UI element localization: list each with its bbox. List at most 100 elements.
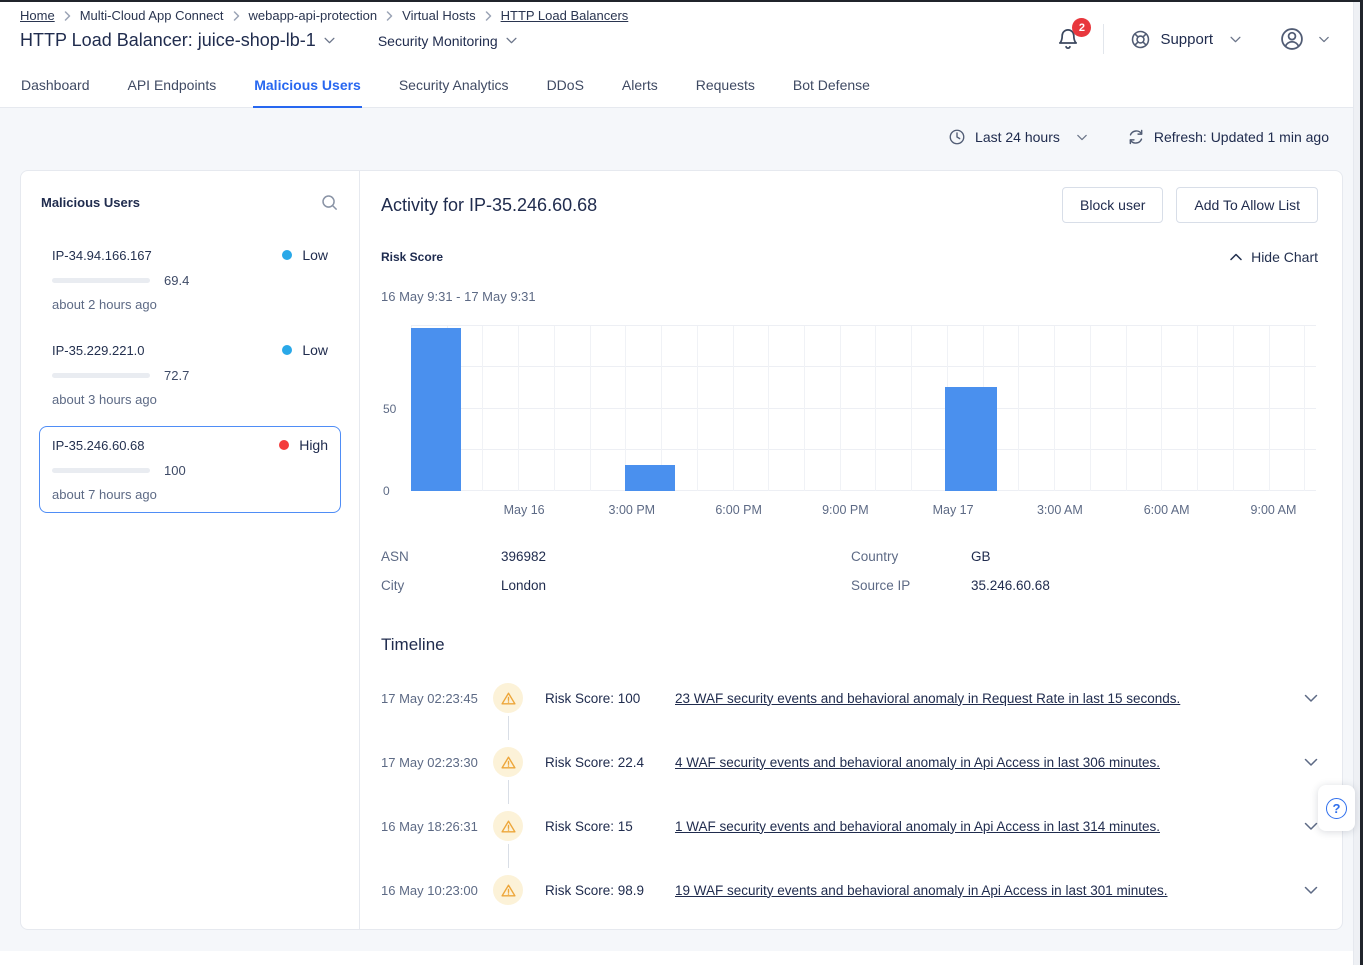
hide-chart-toggle[interactable]: Hide Chart xyxy=(1230,249,1318,265)
view-selector[interactable]: Security Monitoring xyxy=(378,33,517,49)
detail-label: ASN xyxy=(381,549,501,564)
detail-value-country: GB xyxy=(971,549,991,564)
tab-requests[interactable]: Requests xyxy=(695,64,756,108)
detail-value-asn: 396982 xyxy=(501,549,546,564)
divider xyxy=(1103,24,1104,54)
chevron-down-icon xyxy=(506,37,517,44)
chart-gridline xyxy=(554,326,555,491)
severity-dot-icon xyxy=(282,250,292,260)
chart-xtick-label: 6:00 AM xyxy=(1144,503,1190,517)
breadcrumb: Home Multi-Cloud App Connect webapp-api-… xyxy=(20,8,628,23)
chart-gridline xyxy=(733,326,734,491)
severity-dot-icon xyxy=(282,345,292,355)
severity-badge: Low xyxy=(282,247,328,263)
chevron-down-icon xyxy=(1230,36,1241,43)
timeline-event-link[interactable]: 1 WAF security events and behavioral ano… xyxy=(675,819,1160,834)
chevron-down-icon[interactable] xyxy=(324,37,335,44)
chevron-right-icon xyxy=(233,11,240,21)
activity-panel: Activity for IP-35.246.60.68 Block user … xyxy=(360,171,1342,929)
view-selector-label: Security Monitoring xyxy=(378,33,498,49)
user-ip: IP-34.94.166.167 xyxy=(52,248,152,263)
detail-label: City xyxy=(381,578,501,593)
breadcrumb-virtual-hosts[interactable]: Virtual Hosts xyxy=(402,8,475,23)
risk-score-chart-xaxis: May 163:00 PM6:00 PM9:00 PMMay 173:00 AM… xyxy=(411,499,1316,523)
tab-api-endpoints[interactable]: API Endpoints xyxy=(127,64,218,108)
risk-progress-bar xyxy=(52,373,150,378)
warning-icon xyxy=(493,811,523,841)
sidebar-header: Malicious Users xyxy=(39,193,341,212)
risk-score-value: 69.4 xyxy=(164,273,189,288)
tab-ddos[interactable]: DDoS xyxy=(546,64,585,108)
timeline-event-link[interactable]: 23 WAF security events and behavioral an… xyxy=(675,691,1180,706)
user-details: ASN396982 CityLondon CountryGB Source IP… xyxy=(381,549,1318,607)
chart-xtick-label: 3:00 PM xyxy=(609,503,656,517)
user-ip: IP-35.229.221.0 xyxy=(52,343,145,358)
chevron-down-icon xyxy=(1077,134,1087,141)
support-label: Support xyxy=(1160,31,1213,48)
timeline-event: 16 May 18:26:31 Risk Score: 15 1 WAF sec… xyxy=(381,811,1318,841)
user-list-item-selected[interactable]: IP-35.246.60.68 High 100 about 7 hours a… xyxy=(39,426,341,513)
tab-alerts[interactable]: Alerts xyxy=(621,64,659,108)
refresh-button[interactable]: Refresh: Updated 1 min ago xyxy=(1127,128,1329,146)
user-list-item[interactable]: IP-35.229.221.0 Low 72.7 about 3 hours a… xyxy=(39,331,341,418)
chart-gridline xyxy=(1018,326,1019,491)
chevron-down-icon[interactable] xyxy=(1304,886,1318,895)
user-list-item[interactable]: IP-34.94.166.167 Low 69.4 about 2 hours … xyxy=(39,236,341,323)
tab-bar: Dashboard API Endpoints Malicious Users … xyxy=(0,64,1363,108)
warning-icon xyxy=(493,683,523,713)
breadcrumb-namespace[interactable]: webapp-api-protection xyxy=(249,8,378,23)
refresh-status-label: Refresh: Updated 1 min ago xyxy=(1154,129,1329,145)
detail-value-city: London xyxy=(501,578,546,593)
chart-gridline xyxy=(411,490,1316,491)
breadcrumb-home[interactable]: Home xyxy=(20,8,55,23)
notification-badge: 2 xyxy=(1072,18,1091,37)
breadcrumb-multicloud[interactable]: Multi-Cloud App Connect xyxy=(80,8,224,23)
time-range-label: Last 24 hours xyxy=(975,129,1060,145)
chevron-down-icon[interactable] xyxy=(1304,758,1318,767)
top-bar-left: Home Multi-Cloud App Connect webapp-api-… xyxy=(20,8,628,64)
breadcrumb-http-load-balancers[interactable]: HTTP Load Balancers xyxy=(501,8,629,23)
add-to-allow-list-button[interactable]: Add To Allow List xyxy=(1176,187,1318,223)
chart-gridline xyxy=(1161,326,1162,491)
tab-bot-defense[interactable]: Bot Defense xyxy=(792,64,871,108)
chart-date-range: 16 May 9:31 - 17 May 9:31 xyxy=(381,289,1318,304)
timeline-event: 17 May 02:23:45 Risk Score: 100 23 WAF s… xyxy=(381,683,1318,713)
title-row: HTTP Load Balancer: juice-shop-lb-1 Secu… xyxy=(20,30,628,51)
timeline-title: Timeline xyxy=(381,635,1318,655)
details-left-column: ASN396982 CityLondon xyxy=(381,549,851,607)
support-menu[interactable]: Support xyxy=(1130,29,1241,50)
time-range-selector[interactable]: Last 24 hours xyxy=(948,128,1087,146)
timeline: 17 May 02:23:45 Risk Score: 100 23 WAF s… xyxy=(381,683,1318,905)
help-button[interactable]: ? xyxy=(1318,785,1355,831)
chart-xtick-label: May 16 xyxy=(504,503,545,517)
tab-security-analytics[interactable]: Security Analytics xyxy=(398,64,510,108)
chart-xtick-label: May 17 xyxy=(933,503,974,517)
chart-gridline xyxy=(411,449,1316,450)
detail-value-source-ip: 35.246.60.68 xyxy=(971,578,1050,593)
timeline-event-link[interactable]: 4 WAF security events and behavioral ano… xyxy=(675,755,1160,770)
chart-gridline xyxy=(1304,326,1305,491)
risk-score-chart-label: Risk Score xyxy=(381,250,443,264)
top-bar-right: 2 Support xyxy=(1055,8,1329,64)
timeline-risk-score: Risk Score: 98.9 xyxy=(545,883,669,898)
chevron-down-icon[interactable] xyxy=(1304,694,1318,703)
search-button[interactable] xyxy=(320,193,339,212)
notifications-button[interactable]: 2 xyxy=(1055,25,1081,53)
tab-dashboard[interactable]: Dashboard xyxy=(20,64,91,108)
risk-progress-bar xyxy=(52,278,150,283)
chart-gridline xyxy=(411,325,1316,326)
severity-badge: High xyxy=(279,437,328,453)
block-user-button[interactable]: Block user xyxy=(1062,187,1163,223)
chevron-down-icon[interactable] xyxy=(1304,822,1318,831)
timeline-event-link[interactable]: 19 WAF security events and behavioral an… xyxy=(675,883,1168,898)
chart-gridline xyxy=(411,408,1316,409)
controls-row: Last 24 hours Refresh: Updated 1 min ago xyxy=(20,108,1343,170)
account-menu[interactable] xyxy=(1279,26,1329,52)
tab-malicious-users[interactable]: Malicious Users xyxy=(253,64,362,108)
timeline-risk-score: Risk Score: 22.4 xyxy=(545,755,669,770)
chart-gridline xyxy=(697,326,698,491)
malicious-users-sidebar: Malicious Users IP-34.94.166.167 Low xyxy=(21,171,360,929)
risk-score-chart: 050 May 163:00 PM6:00 PM9:00 PMMay 173:0… xyxy=(411,326,1316,523)
risk-score-value: 72.7 xyxy=(164,368,189,383)
timeline-timestamp: 16 May 10:23:00 xyxy=(381,883,493,898)
